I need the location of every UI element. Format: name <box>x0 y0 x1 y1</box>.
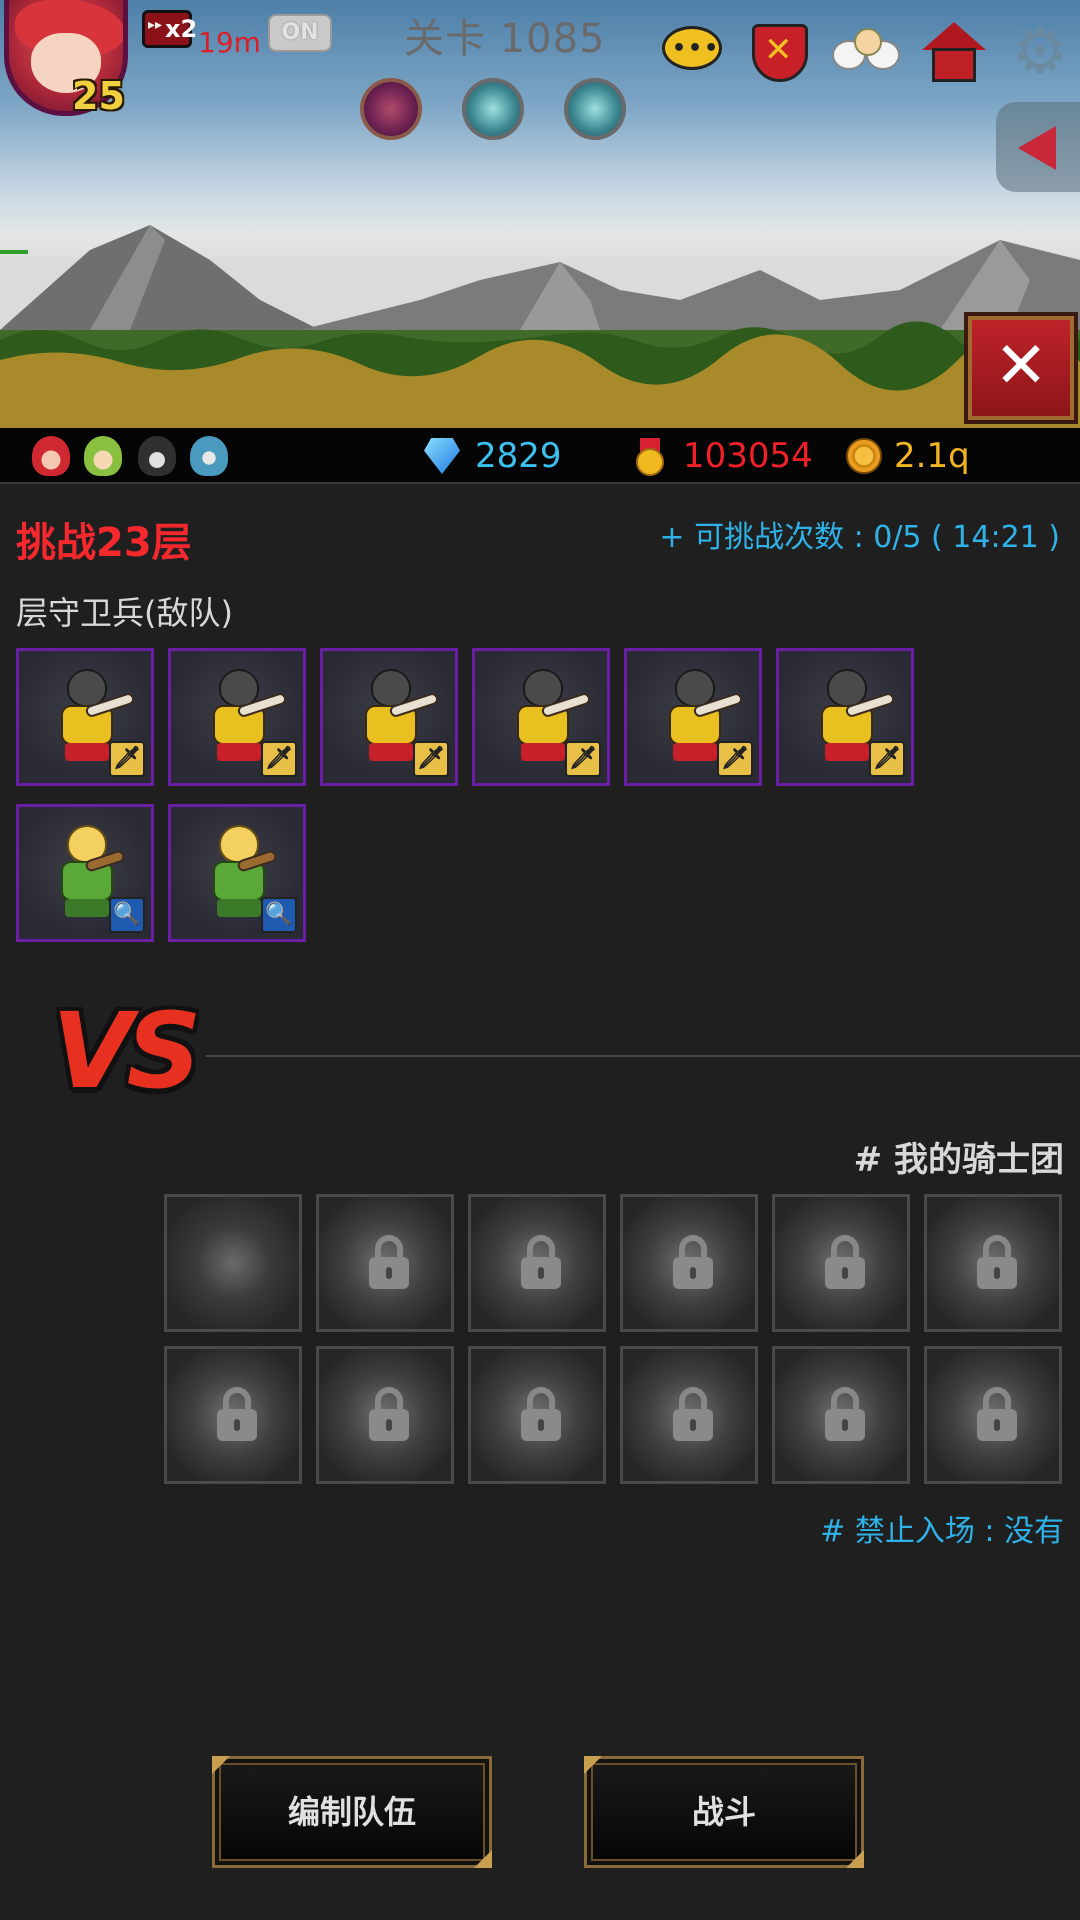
banned-entry-info: # 禁止入场 : 没有 <box>820 1514 1064 1549</box>
angel-icon[interactable] <box>832 18 900 86</box>
enemy-unit-slot[interactable]: 🗡 <box>624 648 762 786</box>
team-slot-locked[interactable] <box>316 1194 454 1332</box>
house-icon[interactable] <box>920 18 988 86</box>
team-slot-locked[interactable] <box>924 1346 1062 1484</box>
triangle-left-icon <box>1018 126 1056 170</box>
medal-count: 103054 <box>683 436 813 476</box>
diamond-icon <box>424 438 460 474</box>
lock-icon <box>673 1387 713 1443</box>
stage-title: 关卡 1085 <box>404 16 606 62</box>
auto-toggle-button[interactable]: ON <box>268 14 332 52</box>
side-menu-toggle[interactable] <box>996 102 1080 192</box>
lock-icon <box>977 1235 1017 1291</box>
skill-orb-icon[interactable] <box>564 78 626 140</box>
battle-scene: 25 x2 19m ON 关卡 1085 ••• ✕ ⚙ ✕ <box>0 0 1080 428</box>
lock-icon <box>825 1387 865 1443</box>
enemy-unit-slot[interactable]: 🗡 <box>168 648 306 786</box>
attempts-counter[interactable]: + 可挑战次数 : 0/5 ( 14:21 ) <box>659 512 1060 556</box>
gear-icon[interactable]: ⚙ <box>1006 18 1074 86</box>
challenge-floor-title: 挑战23层 <box>16 520 192 566</box>
lock-icon <box>673 1235 713 1291</box>
gold-count: 2.1q <box>894 436 970 476</box>
close-icon[interactable]: ✕ <box>964 312 1078 424</box>
enemy-unit-slot[interactable]: 🗡 <box>776 648 914 786</box>
chat-bubble-icon[interactable]: ••• <box>658 18 726 86</box>
sword-icon: 🗡 <box>261 741 297 777</box>
lock-icon <box>521 1235 561 1291</box>
lock-icon <box>977 1387 1017 1443</box>
lock-icon <box>825 1235 865 1291</box>
team-slot-locked[interactable] <box>468 1194 606 1332</box>
team-slot-locked[interactable] <box>772 1194 910 1332</box>
enemy-unit-slot[interactable]: 🗡 <box>320 648 458 786</box>
sword-icon: 🗡 <box>717 741 753 777</box>
enemy-team-label: 层守卫兵(敌队) <box>16 594 233 632</box>
hero-head-icon[interactable] <box>138 436 176 476</box>
gold-coin-icon <box>846 438 882 474</box>
hero-head-icon[interactable] <box>84 436 122 476</box>
sword-icon: 🗡 <box>413 741 449 777</box>
skill-orb-icon[interactable] <box>360 78 422 140</box>
player-level: 25 <box>72 74 125 118</box>
vs-divider-line <box>206 1055 1080 1057</box>
sword-icon: 🗡 <box>109 741 145 777</box>
gem-count: 2829 <box>475 436 562 476</box>
my-team-label: # 我的骑士团 <box>853 1140 1064 1180</box>
lock-icon <box>521 1387 561 1443</box>
enemy-unit-slot[interactable]: 🔍 <box>168 804 306 942</box>
lock-icon <box>217 1387 257 1443</box>
enemy-unit-slot[interactable]: 🗡 <box>16 648 154 786</box>
team-slot-locked[interactable] <box>620 1346 758 1484</box>
team-slot-locked[interactable] <box>468 1346 606 1484</box>
fast-forward-icon[interactable]: x2 <box>142 9 197 48</box>
team-slot-locked[interactable] <box>620 1194 758 1332</box>
speed-boost-time: 19m <box>198 26 261 59</box>
team-slot-empty[interactable] <box>164 1194 302 1332</box>
fight-button[interactable]: 战斗 <box>584 1756 864 1868</box>
skill-orb-icon[interactable] <box>462 78 524 140</box>
crossed-swords-shield-icon[interactable]: ✕ <box>746 18 814 86</box>
edit-team-button[interactable]: 编制队伍 <box>212 1756 492 1868</box>
medal-icon <box>632 438 668 476</box>
sword-icon: 🗡 <box>565 741 601 777</box>
magnifier-icon: 🔍 <box>261 897 297 933</box>
hero-head-icon[interactable] <box>190 436 228 476</box>
lock-icon <box>369 1235 409 1291</box>
enemy-unit-slot[interactable]: 🔍 <box>16 804 154 942</box>
team-slot-locked[interactable] <box>772 1346 910 1484</box>
team-slot-locked[interactable] <box>316 1346 454 1484</box>
vs-logo: VS <box>52 990 201 1112</box>
hero-head-icon[interactable] <box>32 436 70 476</box>
team-slot-locked[interactable] <box>924 1194 1062 1332</box>
lock-icon <box>369 1387 409 1443</box>
enemy-unit-slot[interactable]: 🗡 <box>472 648 610 786</box>
mountain-landscape <box>0 225 1080 428</box>
team-slot-locked[interactable] <box>164 1346 302 1484</box>
sword-icon: 🗡 <box>869 741 905 777</box>
magnifier-icon: 🔍 <box>109 897 145 933</box>
resource-bar: 2829 103054 2.1q <box>0 428 1080 484</box>
